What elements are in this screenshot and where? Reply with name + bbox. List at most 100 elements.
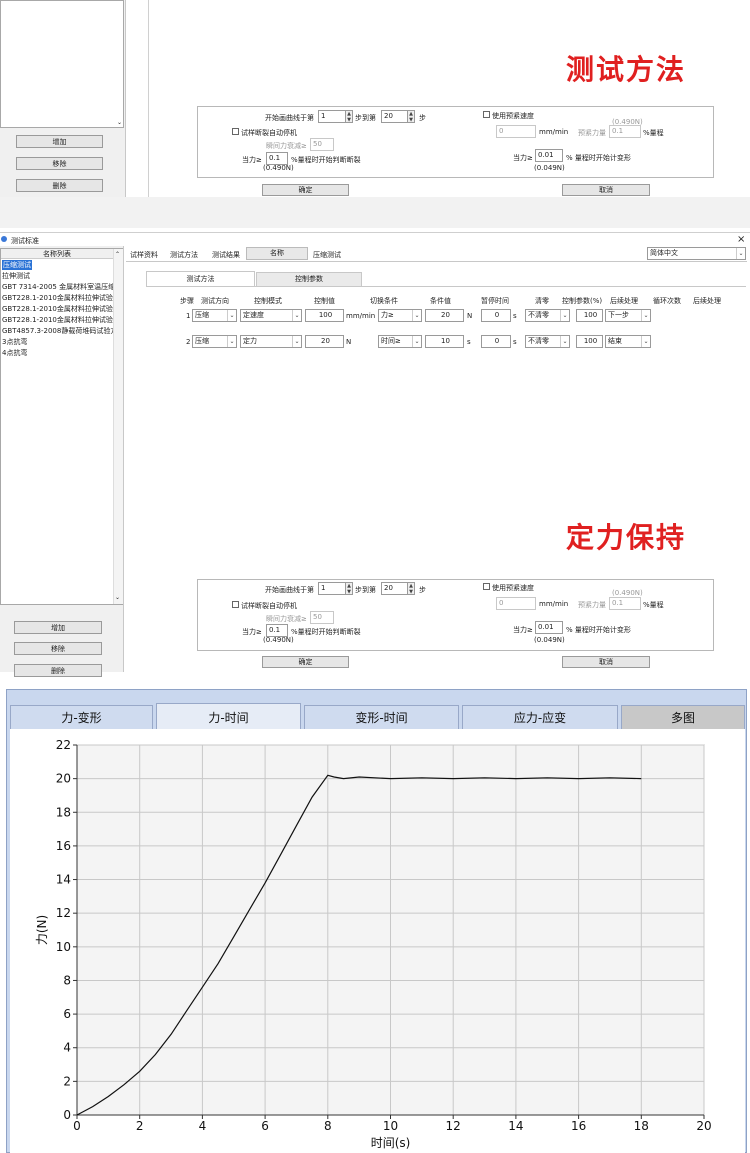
tab-test-result[interactable]: 测试结果 bbox=[212, 250, 240, 260]
next-select[interactable]: 下一步 ⌄ bbox=[605, 309, 651, 322]
force-ge-hint: (0.490N) bbox=[263, 164, 294, 172]
list-item[interactable]: 拉伸测试 bbox=[2, 271, 30, 281]
curve-start-input[interactable]: 1 bbox=[318, 582, 346, 595]
instant-drop-input[interactable]: 50 bbox=[310, 138, 334, 151]
top-add-button[interactable]: 增加 bbox=[16, 135, 103, 148]
force-time-chart: 0 2 4 6 8 10 12 14 16 18 20 0 2 4 6 8 10 12 14 16 18 20 22 时间(s… bbox=[35, 738, 712, 1150]
curve-end-input[interactable]: 20 bbox=[381, 582, 409, 595]
list-scrollbar[interactable] bbox=[113, 249, 123, 604]
use-preload-label: 使用预紧速度 bbox=[492, 584, 534, 592]
tab-force-deformation[interactable]: 力-变形 bbox=[10, 705, 153, 729]
scroll-down-icon[interactable]: ⌄ bbox=[117, 119, 122, 126]
select-value: 定力 bbox=[243, 337, 257, 345]
x-tick-label: 4 bbox=[199, 1119, 207, 1133]
close-icon[interactable]: × bbox=[737, 234, 745, 245]
list-item[interactable]: 压缩测试 bbox=[2, 260, 32, 270]
chevron-down-icon: ⌄ bbox=[412, 336, 421, 347]
use-preload-checkbox[interactable] bbox=[483, 111, 490, 118]
top-delete-button[interactable]: 删除 bbox=[16, 179, 103, 192]
win-remove-button[interactable]: 移除 bbox=[14, 642, 102, 655]
top-ok-button[interactable]: 确定 bbox=[262, 184, 349, 196]
param-input[interactable]: 100 bbox=[576, 309, 603, 322]
select-value: 时间≥ bbox=[381, 337, 401, 345]
def-ge-input[interactable]: 0.01 bbox=[535, 149, 563, 162]
win-ok-button[interactable]: 确定 bbox=[262, 656, 349, 668]
list-item[interactable]: GBT228.1-2010金属材料拉伸试验 bbox=[2, 315, 113, 325]
direction-select[interactable]: 压缩 ⌄ bbox=[192, 335, 237, 348]
scroll-down-icon[interactable]: ⌄ bbox=[115, 594, 120, 601]
curve-end-spinner[interactable]: ▲ ▼ bbox=[407, 110, 415, 123]
chart-area: 0 2 4 6 8 10 12 14 16 18 20 0 2 4 6 8 10 12 14 16 18 20 22 时间(s… bbox=[10, 729, 745, 1153]
section-title-constant-force: 定力保持 bbox=[566, 521, 687, 554]
preload-force-input[interactable]: 0.1 bbox=[609, 125, 641, 138]
instant-drop-input[interactable]: 50 bbox=[310, 611, 334, 624]
list-item[interactable]: GBT 7314-2005 金属材料室温压缩 bbox=[2, 282, 113, 292]
mode-select[interactable]: 定速度 ⌄ bbox=[240, 309, 302, 322]
pause-input[interactable]: 0 bbox=[481, 309, 511, 322]
tab-specimen[interactable]: 试样资料 bbox=[130, 250, 158, 260]
win-cancel-button[interactable]: 取消 bbox=[562, 656, 650, 668]
y-tick-label: 22 bbox=[56, 738, 71, 752]
select-value: 下一步 bbox=[608, 311, 629, 319]
list-item[interactable]: GBT4857.3-2008静载荷堆码试验方 bbox=[2, 326, 113, 336]
x-tick-label: 6 bbox=[261, 1119, 269, 1133]
list-item[interactable]: 4点抗弯 bbox=[2, 348, 27, 358]
tab-test-method[interactable]: 测试方法 bbox=[170, 250, 198, 260]
top-remove-button[interactable]: 移除 bbox=[16, 157, 103, 170]
name-value[interactable]: 压缩测试 bbox=[313, 250, 341, 260]
curve-step-label: 步 bbox=[419, 114, 426, 122]
curve-end-spinner[interactable]: ▲ ▼ bbox=[407, 582, 415, 595]
zero-select[interactable]: 不清零 ⌄ bbox=[525, 309, 570, 322]
window-titlebar: 测试标准 × bbox=[0, 233, 750, 246]
list-item[interactable]: GBT228.1-2010金属材料拉伸试验 bbox=[2, 293, 113, 303]
preload-speed-unit: mm/min bbox=[539, 600, 569, 608]
preload-speed-input[interactable]: 0 bbox=[496, 125, 536, 138]
force-ge-label: 当力≥ bbox=[242, 156, 262, 164]
condition-select[interactable]: 时间≥ ⌄ bbox=[378, 335, 422, 348]
curve-start-spinner[interactable]: ▲ ▼ bbox=[345, 582, 353, 595]
zero-select[interactable]: 不清零 ⌄ bbox=[525, 335, 570, 348]
break-stop-checkbox[interactable] bbox=[232, 601, 239, 608]
scroll-up-icon[interactable]: ⌃ bbox=[115, 251, 120, 258]
subtab-test-method[interactable]: 测试方法 bbox=[146, 271, 255, 286]
def-ge-input[interactable]: 0.01 bbox=[535, 621, 563, 634]
select-value: 结束 bbox=[608, 337, 622, 345]
win-name-list[interactable]: 名称列表 压缩测试 拉伸测试 GBT 7314-2005 金属材料室温压缩 GB… bbox=[0, 248, 123, 605]
top-cancel-button[interactable]: 取消 bbox=[562, 184, 650, 196]
direction-select[interactable]: 压缩 ⌄ bbox=[192, 309, 237, 322]
param-input[interactable]: 100 bbox=[576, 335, 603, 348]
win-add-button[interactable]: 增加 bbox=[14, 621, 102, 634]
top-name-list[interactable]: ⌄ bbox=[0, 0, 124, 128]
control-value-input[interactable]: 20 bbox=[305, 335, 344, 348]
mode-select[interactable]: 定力 ⌄ bbox=[240, 335, 302, 348]
curve-start-spinner[interactable]: ▲ ▼ bbox=[345, 110, 353, 123]
curve-start-input[interactable]: 1 bbox=[318, 110, 346, 123]
condition-select[interactable]: 力≥ ⌄ bbox=[378, 309, 422, 322]
use-preload-checkbox[interactable] bbox=[483, 583, 490, 590]
condition-value-input[interactable]: 10 bbox=[425, 335, 464, 348]
list-item[interactable]: 3点抗弯 bbox=[2, 337, 27, 347]
preload-force-label: 预紧力量 bbox=[578, 129, 606, 137]
subtab-control-params[interactable]: 控制参数 bbox=[256, 272, 362, 286]
next-select[interactable]: 结束 ⌄ bbox=[605, 335, 651, 348]
list-item[interactable]: GBT228.1-2010金属材料拉伸试验 bbox=[2, 304, 113, 314]
language-select[interactable]: 简体中文 ⌄ bbox=[647, 247, 746, 260]
condition-value-input[interactable]: 20 bbox=[425, 309, 464, 322]
select-value: 不清零 bbox=[528, 337, 549, 345]
chevron-down-icon: ⌄ bbox=[412, 310, 421, 321]
name-label: 名称 bbox=[270, 249, 284, 257]
tab-multi-chart[interactable]: 多图 bbox=[621, 705, 745, 729]
chevron-down-icon: ⌄ bbox=[292, 310, 301, 321]
preload-force-input[interactable]: 0.1 bbox=[609, 597, 641, 610]
control-value-input[interactable]: 100 bbox=[305, 309, 344, 322]
tab-stress-strain[interactable]: 应力-应变 bbox=[462, 705, 618, 729]
preload-speed-input[interactable]: 0 bbox=[496, 597, 536, 610]
tab-force-time[interactable]: 力-时间 bbox=[156, 703, 301, 730]
name-label-box: 名称 bbox=[246, 247, 308, 260]
tab-bar-line bbox=[126, 261, 747, 262]
curve-end-input[interactable]: 20 bbox=[381, 110, 409, 123]
break-stop-checkbox[interactable] bbox=[232, 128, 239, 135]
tab-deformation-time[interactable]: 变形-时间 bbox=[304, 705, 459, 729]
pause-input[interactable]: 0 bbox=[481, 335, 511, 348]
win-delete-button[interactable]: 删除 bbox=[14, 664, 102, 677]
